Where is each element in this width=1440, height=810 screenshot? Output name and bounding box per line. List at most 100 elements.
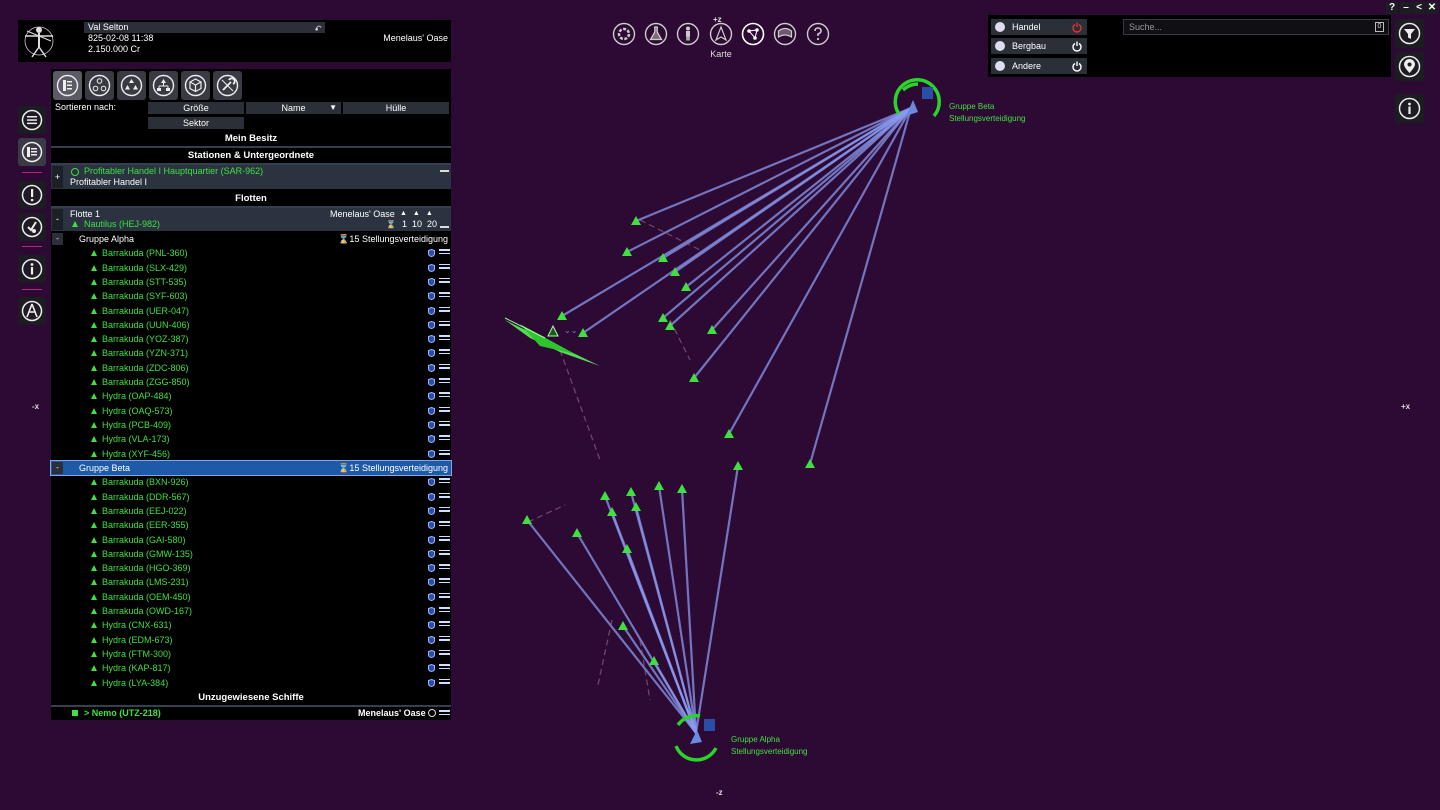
zoom-icon[interactable] <box>428 709 436 717</box>
player-info-button[interactable] <box>676 22 700 46</box>
map-waypoint-button[interactable] <box>1395 52 1424 81</box>
ship-marker[interactable] <box>733 461 743 470</box>
tab-fleets[interactable] <box>85 71 114 100</box>
info-button[interactable] <box>18 255 46 283</box>
sort-name-button[interactable]: Name ▼ <box>246 102 341 114</box>
ship-menu-icon[interactable] <box>439 263 450 272</box>
ship-menu-icon[interactable] <box>439 435 450 443</box>
ship-marker[interactable] <box>654 481 664 490</box>
ship-row[interactable]: Barrakuda (UUN-406) <box>51 318 451 332</box>
ship-marker[interactable] <box>600 491 610 500</box>
tab-hierarchy[interactable] <box>149 71 178 100</box>
window-help-button[interactable]: ? <box>1386 2 1398 14</box>
ship-menu-icon[interactable] <box>439 607 450 615</box>
ship-row[interactable]: Barrakuda (BXN-926) <box>51 475 451 489</box>
fleet-collapse-button[interactable]: - <box>52 209 63 230</box>
filter-trade[interactable]: Handel <box>991 19 1087 35</box>
ship-menu-icon[interactable] <box>439 292 450 300</box>
ship-menu-icon[interactable] <box>439 549 450 558</box>
ship-menu-icon[interactable] <box>439 521 450 529</box>
sort-hull-button[interactable]: Hülle <box>343 102 449 114</box>
fleet-collapse-icon[interactable] <box>440 226 449 228</box>
ship-menu-icon[interactable] <box>439 335 450 343</box>
ship-menu-icon[interactable] <box>439 506 450 515</box>
property-owned-button[interactable] <box>18 138 46 166</box>
ship-menu-icon[interactable] <box>439 664 450 672</box>
ship-menu-icon[interactable] <box>439 363 450 372</box>
sort-sector-button[interactable]: Sektor <box>148 117 244 129</box>
filter-other[interactable]: Andere <box>991 58 1087 74</box>
ship-menu-icon[interactable] <box>439 564 450 572</box>
ship-row[interactable]: Barrakuda (OEM-450) <box>51 590 451 604</box>
ship-row[interactable]: Hydra (KAP-817) <box>51 661 451 675</box>
sort-size-button[interactable]: Größe <box>148 102 244 114</box>
ship-row[interactable]: Barrakuda (YOZ-387) <box>51 332 451 346</box>
ship-row[interactable]: Hydra (PCB-409) <box>51 418 451 432</box>
ship-row[interactable]: Barrakuda (PNL-360) <box>51 246 451 260</box>
missions-button[interactable] <box>18 213 46 241</box>
map-button[interactable] <box>741 22 765 46</box>
group-row[interactable]: - Gruppe Alpha ⌛15 Stellungsverteidigung <box>51 232 451 246</box>
ship-marker[interactable] <box>607 507 617 516</box>
station-collapse-icon[interactable] <box>440 170 449 172</box>
ship-row[interactable]: Barrakuda (GMW-135) <box>51 547 451 561</box>
station-expand-button[interactable]: + <box>52 166 63 188</box>
tab-stations[interactable] <box>181 71 210 100</box>
ship-row[interactable]: Barrakuda (LMS-231) <box>51 575 451 589</box>
ship-menu-icon[interactable] <box>439 478 450 486</box>
ship-marker[interactable] <box>572 528 582 537</box>
ship-marker[interactable] <box>631 502 641 511</box>
beta-group-marker[interactable] <box>893 77 942 118</box>
window-minimize-button[interactable]: – <box>1400 2 1412 14</box>
ship-row[interactable]: Barrakuda (UER-047) <box>51 304 451 318</box>
group-collapse-button[interactable]: - <box>52 462 63 474</box>
ship-menu-icon[interactable] <box>439 492 450 501</box>
ship-menu-icon[interactable] <box>439 449 450 458</box>
ship-menu-icon[interactable] <box>439 306 450 315</box>
ship-marker[interactable] <box>724 429 734 438</box>
ship-row[interactable]: Barrakuda (SYF-603) <box>51 289 451 303</box>
menu-button[interactable] <box>18 106 46 134</box>
station-entry[interactable]: + Profitabler Handel I Hauptquartier (SA… <box>51 165 451 189</box>
ship-row[interactable]: Barrakuda (STT-535) <box>51 275 451 289</box>
search-input[interactable]: Suche... 0 <box>1123 19 1389 35</box>
window-back-button[interactable]: < <box>1413 2 1425 14</box>
ship-row[interactable]: Barrakuda (YZN-371) <box>51 346 451 360</box>
ship-row[interactable]: Hydra (FTM-300) <box>51 647 451 661</box>
ship-marker[interactable] <box>805 459 815 468</box>
ship-row[interactable]: Barrakuda (EER-355) <box>51 518 451 532</box>
ship-menu-icon[interactable] <box>439 249 450 257</box>
ship-marker[interactable] <box>618 621 628 630</box>
power-on-icon[interactable] <box>1071 40 1083 52</box>
ship-row[interactable]: Hydra (OAQ-573) <box>51 404 451 418</box>
ship-menu-icon[interactable] <box>439 378 450 386</box>
ship-row[interactable]: Barrakuda (HGO-369) <box>51 561 451 575</box>
unassigned-ship-row[interactable]: > Nemo (UTZ-218) Menelaus' Oase <box>51 707 451 719</box>
options-button[interactable] <box>612 22 636 46</box>
group-collapse-button[interactable]: - <box>52 233 63 245</box>
ship-interactions-button[interactable] <box>709 22 733 46</box>
ship-marker[interactable] <box>557 311 567 320</box>
ship-row[interactable]: Barrakuda (EEJ-022) <box>51 504 451 518</box>
ship-menu-icon[interactable] <box>439 349 450 357</box>
tab-groups[interactable] <box>117 71 146 100</box>
help-button[interactable] <box>806 22 830 46</box>
ship-marker[interactable] <box>622 247 632 256</box>
nautilus-ship[interactable]: ⌄⌄ <box>504 317 600 366</box>
ship-menu-icon[interactable] <box>439 535 450 544</box>
ship-marker[interactable] <box>522 515 532 524</box>
ship-row[interactable]: Hydra (EDM-673) <box>51 633 451 647</box>
ship-menu-icon[interactable] <box>439 635 450 644</box>
ship-row[interactable]: Barrakuda (ZDC-806) <box>51 361 451 375</box>
ship-row[interactable]: Barrakuda (OWD-167) <box>51 604 451 618</box>
group-row[interactable]: - Gruppe Beta ⌛15 Stellungsverteidigung <box>50 460 452 476</box>
ship-row[interactable]: Hydra (CNX-631) <box>51 618 451 632</box>
tab-all-objects[interactable] <box>53 71 82 100</box>
ship-menu-icon[interactable] <box>439 592 450 601</box>
plot-course-button[interactable] <box>18 297 46 325</box>
ship-marker[interactable] <box>677 484 687 493</box>
ship-row[interactable]: Barrakuda (ZGG-850) <box>51 375 451 389</box>
ship-menu-icon[interactable] <box>439 320 450 329</box>
ship-menu-icon[interactable] <box>439 621 450 629</box>
ship-menu-icon[interactable] <box>439 406 450 415</box>
